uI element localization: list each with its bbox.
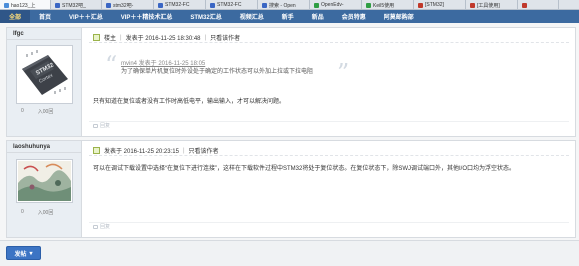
reply-icon [93,123,98,128]
stat-left: 0 [21,209,24,215]
forum-post: laoshuhunya 0 入00回 发表于 2016-11-25 20:23:… [6,140,576,238]
reply-button[interactable]: 回复 [93,223,110,230]
stm32-chip-avatar: STM32 Cortex [18,47,71,102]
nav-item-vip-summary[interactable]: VIP＋＋汇总 [60,10,112,23]
reply-button[interactable]: 回复 [93,122,110,129]
nav-item-member-deals[interactable]: 会员特惠 [333,10,375,23]
site-favicon-icon [522,2,527,8]
site-favicon-icon [210,2,215,8]
post-meta: 发表于 2016-11-25 20:23:15 | 只看该作者 [93,146,219,155]
forum-post: lfgc STM32 Cortex 0 入00回 楼主 | 发表于 2016-1… [6,27,576,137]
divider [89,121,569,122]
browser-tab[interactable] [518,0,559,9]
site-favicon-icon [470,2,475,8]
author-username[interactable]: lfgc [13,31,24,37]
stat-right: 入00回 [37,109,54,115]
divider [89,222,569,223]
op-badge-label: 楼主 [104,36,117,42]
browser-tab[interactable]: hao123_上 [0,0,51,9]
nav-item-newbie[interactable]: 新手 [273,10,303,23]
nav-item-stm32[interactable]: STM32汇总 [181,10,230,23]
close-quote-icon: ” [337,59,350,87]
browser-tab[interactable]: [工具使用] [466,0,518,9]
bottom-action-bar: 发帖 ▾ [0,240,579,266]
post-author-panel: laoshuhunya 0 入00回 [7,141,82,237]
author-only-link[interactable]: 只看该作者 [210,33,240,42]
browser-tab[interactable]: STM32-FC [206,0,258,9]
browser-tab[interactable]: STM32-FC [154,0,206,9]
browser-tab[interactable]: [STM32] [414,0,466,9]
site-favicon-icon [366,2,371,8]
site-favicon-icon [262,2,267,8]
post-meta: 楼主 | 发表于 2016-11-25 18:30:48 | 只看该作者 [93,33,240,42]
browser-tab[interactable]: 搜索 - Open [258,0,310,9]
author-username[interactable]: laoshuhunya [13,144,50,150]
post-content: 楼主 | 发表于 2016-11-25 18:30:48 | 只看该作者 “ ”… [83,28,575,136]
reply-icon [93,224,98,229]
avatar[interactable] [16,159,73,203]
site-favicon-icon [158,2,163,8]
site-favicon-icon [55,2,60,8]
post-body: 可以在调试下载设置中选择“在复位下进行连接”，这样在下载软件过程中STM32将处… [93,166,516,172]
nav-item-all[interactable]: 全部 [0,10,31,23]
post-author-panel: lfgc STM32 Cortex 0 入00回 [7,28,82,136]
nav-item-shop[interactable]: 阿莫邮购部 [375,10,423,23]
divider [89,42,569,43]
browser-tab[interactable]: STM32吧_ [51,0,102,9]
browser-tab[interactable]: OpenEdv- [310,0,362,9]
divider [7,152,82,153]
site-favicon-icon [4,2,9,8]
divider [89,155,569,156]
quote-text: 为了确保单片机复位时外设处于确定的工作状态可以外加上拉或下拉电阻 [121,69,314,75]
post-content: 发表于 2016-11-25 20:23:15 | 只看该作者 可以在调试下载设… [83,141,575,237]
browser-tab-bar: hao123_上 STM32吧_ stm32吧- STM32-FC STM32-… [0,0,579,10]
browser-tab[interactable]: Keil5使用 [362,0,414,9]
new-post-button[interactable]: 发帖 ▾ [6,246,41,260]
site-favicon-icon [106,2,111,8]
nav-item-home[interactable]: 首页 [30,10,60,23]
post-timestamp: 发表于 2016-11-25 20:23:15 [104,149,179,155]
avatar[interactable]: STM32 Cortex [16,45,73,104]
author-stats: 0 入00回 [21,108,53,115]
chevron-down-icon: ▾ [29,250,33,257]
divider [7,39,82,40]
post-status-icon [93,147,100,154]
landscape-painting-avatar [18,161,71,201]
browser-tab[interactable]: stm32吧- [102,0,154,9]
author-only-link[interactable]: 只看该作者 [189,146,219,155]
site-favicon-icon [314,2,319,8]
nav-item-video[interactable]: 视频汇总 [231,10,273,23]
quote-block: “ ” mvin4 发表于 2016-11-25 18:05 为了确保单片机复位… [105,51,349,85]
site-favicon-icon [418,2,423,8]
open-quote-icon: “ [105,51,118,79]
nav-item-new-products[interactable]: 新品 [303,10,333,23]
author-stats: 0 入00回 [21,209,53,216]
post-timestamp: 发表于 2016-11-25 18:30:48 [125,36,201,42]
post-body: 只有知道在复位或者没有工作时高低电平，输出输入，才可以解决问题。 [93,99,286,105]
site-nav-bar: 全部 首页 VIP＋＋汇总 VIP＋＋精技术汇总 STM32汇总 视频汇总 新手… [0,10,579,23]
op-badge-icon [93,34,100,41]
stat-right: 入00回 [37,210,54,216]
stat-left: 0 [21,108,24,114]
nav-item-vip-tech[interactable]: VIP＋＋精技术汇总 [112,10,182,23]
